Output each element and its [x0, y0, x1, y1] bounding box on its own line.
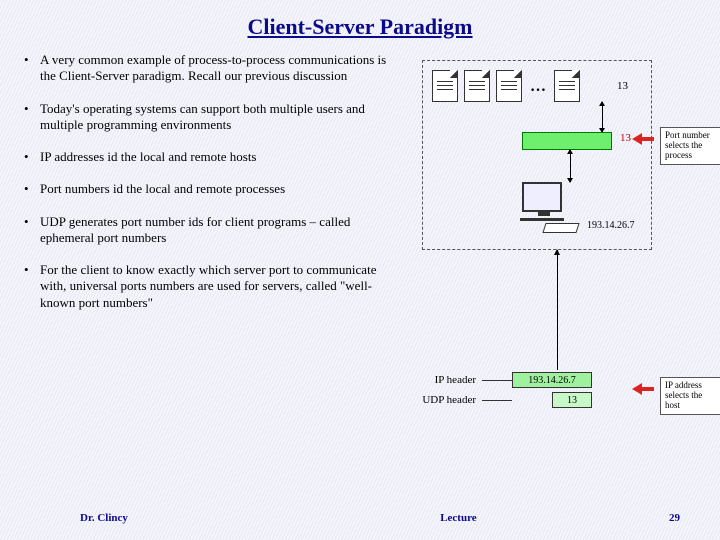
bullet-item: IP addresses id the local and remote hos…: [22, 149, 392, 165]
udp-header-value: 13: [552, 392, 592, 408]
bullet-item: Port numbers id the local and remote pro…: [22, 181, 392, 197]
port-box: [522, 132, 612, 150]
process-icon: [496, 70, 522, 102]
port-label-outside: 13: [617, 80, 628, 92]
arrow-process-to-port: [602, 102, 603, 132]
udp-header-label: UDP header: [412, 394, 482, 406]
bullet-item: A very common example of process-to-proc…: [22, 52, 392, 85]
process-icon: [464, 70, 490, 102]
ip-header-label: IP header: [412, 374, 482, 386]
slide-body: A very common example of process-to-proc…: [0, 40, 720, 432]
footer-center: Lecture: [440, 512, 476, 524]
red-arrow-icon: [640, 384, 664, 394]
bullet-list: A very common example of process-to-proc…: [22, 52, 392, 432]
arrow-port-to-host: [570, 150, 571, 182]
host-ip-label: 193.14.26.7: [587, 220, 635, 231]
arrow-headers-to-host: [557, 250, 558, 370]
slide-title: Client-Server Paradigm: [0, 0, 720, 40]
bullet-item: For the client to know exactly which ser…: [22, 262, 392, 311]
callout-port-selects-process: Port number selects the process: [660, 127, 720, 165]
bullet-item: Today's operating systems can support bo…: [22, 101, 392, 134]
port-value-label: 13: [620, 132, 631, 144]
process-icons-row: …: [432, 70, 580, 102]
process-icon: [554, 70, 580, 102]
red-arrow-icon: [640, 134, 664, 144]
bullet-item: UDP generates port number ids for client…: [22, 214, 392, 247]
computer-icon: [522, 182, 578, 233]
callout-ip-selects-host: IP address selects the host: [660, 377, 720, 415]
ip-header-value: 193.14.26.7: [512, 372, 592, 388]
ellipsis: …: [528, 78, 548, 102]
packet-headers: IP header 193.14.26.7 UDP header 13: [412, 372, 592, 412]
footer-author: Dr. Clincy: [80, 512, 128, 524]
footer-page-number: 29: [669, 512, 680, 524]
process-icon: [432, 70, 458, 102]
slide-footer: Dr. Clincy Lecture 29: [0, 512, 720, 524]
diagram: … 13 13 193.14.26.7 Port number selects …: [392, 52, 698, 432]
